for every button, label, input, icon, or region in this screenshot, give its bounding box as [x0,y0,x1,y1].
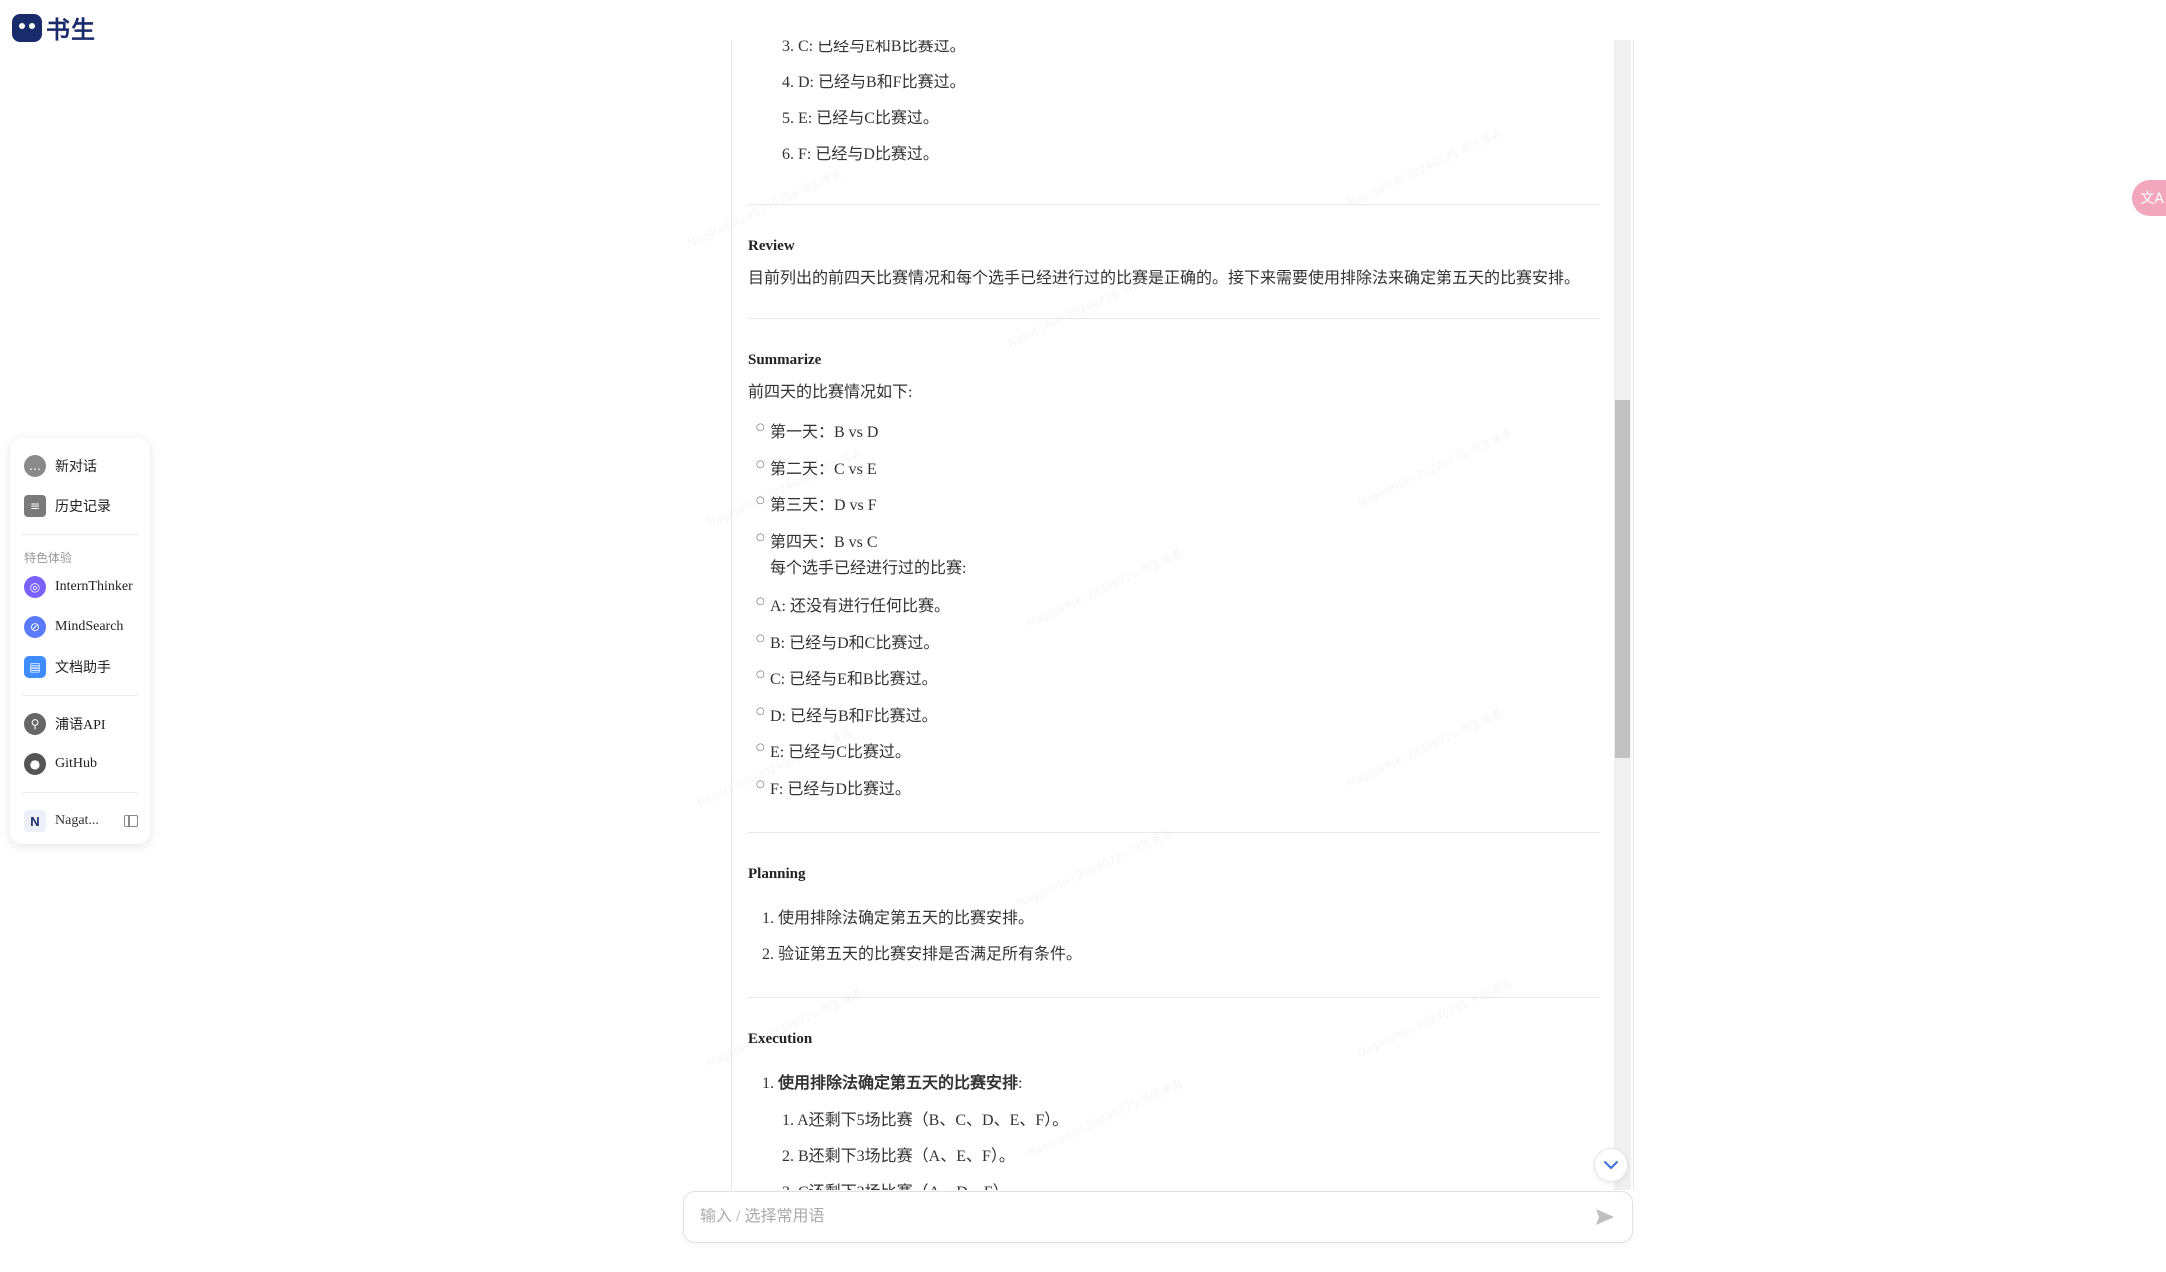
sidebar-divider [22,534,138,535]
sidebar-divider [22,695,138,696]
document-assistant-icon: ▤ [24,656,46,678]
list-item: F: 已经与D比赛过。 [756,775,911,799]
internthinker-icon: ◎ [24,576,46,598]
list-item: 4. D: 已经与B和F比赛过。 [782,74,966,91]
sidebar-item-mindsearch[interactable]: ⊘ MindSearch [10,607,150,647]
sidebar-section-title: 特色体验 [24,551,73,565]
user-name: Nagat... [55,813,99,828]
list-item: E: 已经与C比赛过。 [756,738,911,762]
list-item: 第四天：B vs C [756,528,878,552]
list-item: 2. B还剩下3场比赛（A、E、F）。 [782,1148,1015,1165]
list-item: 1. 使用排除法确定第五天的比赛安排。 [762,910,1035,927]
step-title: 使用排除法确定第五天的比赛安排 [778,1075,1019,1092]
send-button[interactable] [1594,1206,1616,1228]
section-divider [748,997,1600,998]
sidebar-item-history[interactable]: ≡ 历史记录 [10,486,150,526]
players-intro: 每个选手已经进行过的比赛: [770,560,967,577]
sidebar-item-new-chat[interactable]: … 新对话 [10,446,150,486]
step-colon: : [1018,1075,1023,1092]
list-item: 3. C还剩下3场比赛（A、D、F）。 [782,1178,1017,1190]
github-icon: ● [24,753,46,775]
list-item: 3. C: 已经与E和B比赛过。 [782,40,966,55]
api-icon: ⚲ [24,713,46,735]
sidebar-collapse-icon[interactable] [124,815,138,827]
mascot-logo-icon [12,13,42,42]
execution-heading: Execution [748,1031,813,1047]
list-item: D: 已经与B和F比赛过。 [756,702,938,726]
sidebar-item-label: InternThinker [55,579,133,594]
brand-name: 书生 [46,16,96,44]
section-divider [748,832,1600,833]
sidebar-item-label: 新对话 [55,460,97,475]
sidebar-item-internthinker[interactable]: ◎ InternThinker [10,567,150,607]
planning-heading: Planning [748,866,806,882]
list-item: 2. 验证第五天的比赛安排是否满足所有条件。 [762,946,1083,963]
translate-icon[interactable]: 文A [2132,180,2166,216]
history-icon: ≡ [24,495,46,517]
scroll-to-bottom-button[interactable] [1594,1148,1628,1182]
list-item: 1. 使用排除法确定第五天的比赛安排: [762,1069,1022,1093]
chat-input-bar [683,1191,1633,1243]
sidebar: … 新对话 ≡ 历史记录 特色体验 ◎ InternThinker ⊘ Mind… [10,438,150,844]
list-item: 第一天：B vs D [756,418,879,442]
section-divider [748,204,1600,205]
list-item: B: 已经与D和C比赛过。 [756,629,939,653]
chat-input[interactable] [700,1208,1594,1226]
list-item: 第三天：D vs F [756,491,877,515]
review-heading: Review [748,238,795,254]
summarize-heading: Summarize [748,352,822,368]
sidebar-item-label: 文档助手 [55,661,111,676]
sidebar-item-label: 历史记录 [55,500,111,515]
list-item: C: 已经与E和B比赛过。 [756,665,938,689]
brand-logo[interactable]: 书生 [12,10,96,45]
user-profile[interactable]: N Nagat... [10,801,150,841]
list-item: 第二天：C vs E [756,455,877,479]
list-item: 1. A还剩下5场比赛（B、C、D、E、F）。 [782,1112,1069,1129]
sidebar-divider [22,792,138,793]
review-text: 目前列出的前四天比赛情况和每个选手已经进行过的比赛是正确的。接下来需要使用排除法… [748,270,1581,287]
scrollbar-thumb[interactable] [1615,400,1630,758]
sidebar-item-label: GitHub [55,756,97,771]
list-item: 5. E: 已经与C比赛过。 [782,110,939,127]
sidebar-item-github[interactable]: ● GitHub [10,744,150,784]
chat-bubble-icon: … [24,455,46,477]
sidebar-item-label: 浦语API [55,718,106,733]
avatar: N [24,810,46,832]
chevron-down-icon [1604,1161,1618,1169]
list-item: A: 还没有进行任何比赛。 [756,592,950,616]
step-number: 1. [762,1075,778,1092]
send-icon [1596,1209,1614,1225]
chat-panel: 3. C: 已经与E和B比赛过。 4. D: 已经与B和F比赛过。 5. E: … [731,40,1634,1190]
mindsearch-icon: ⊘ [24,616,46,638]
summarize-intro: 前四天的比赛情况如下: [748,384,913,401]
list-item: 6. F: 已经与D比赛过。 [782,146,939,163]
sidebar-item-api[interactable]: ⚲ 浦语API [10,704,150,744]
sidebar-item-label: MindSearch [55,619,124,634]
sidebar-item-document-assistant[interactable]: ▤ 文档助手 [10,647,150,687]
section-divider [748,318,1600,319]
